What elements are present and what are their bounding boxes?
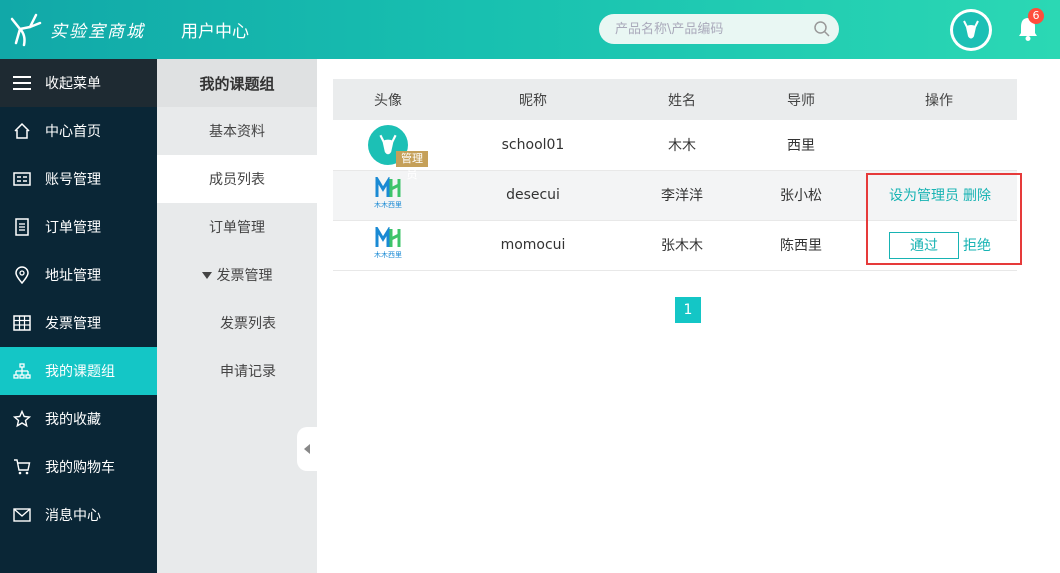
- column-header-name: 姓名: [623, 79, 741, 120]
- brand-logo-icon: [375, 227, 401, 247]
- collapse-menu-label: 收起菜单: [45, 76, 101, 92]
- column-header-tutor: 导师: [741, 79, 861, 120]
- hamburger-icon: [12, 73, 32, 93]
- sidebar-item-label: 消息中心: [45, 508, 101, 524]
- sidebar-item-label: 地址管理: [45, 268, 101, 284]
- pagination-page-1[interactable]: 1: [675, 297, 701, 323]
- sidebar-item-research-group[interactable]: 我的课题组: [0, 347, 157, 395]
- sidebar-item-cart[interactable]: 我的购物车: [0, 443, 157, 491]
- nickname-cell: momocui: [443, 220, 623, 271]
- sidebar-item-label: 我的购物车: [45, 460, 115, 476]
- tutor-cell: 张小松: [741, 170, 861, 221]
- sidebar-item-label: 订单管理: [45, 220, 101, 236]
- submenu-item-label: 发票管理: [216, 268, 273, 284]
- main-content: 头像 昵称 姓名 导师 操作 管理员 school01 木木 西里 木木西里 d…: [317, 59, 1060, 573]
- tutor-cell: 西里: [741, 120, 861, 171]
- collapse-submenu-button[interactable]: [297, 427, 317, 471]
- admin-badge: 管理员: [396, 150, 428, 181]
- submenu-item-member-list[interactable]: 成员列表: [157, 155, 317, 203]
- column-header-avatar: 头像: [333, 79, 443, 120]
- deer-logo-icon: [10, 13, 42, 47]
- sidebar-item-label: 我的收藏: [45, 412, 101, 428]
- logo[interactable]: 实验室商城: [6, 6, 156, 52]
- member-avatar: 管理员: [348, 123, 428, 181]
- nickname-cell: desecui: [443, 170, 623, 221]
- column-header-actions: 操作: [861, 79, 1017, 120]
- document-icon: [12, 217, 32, 237]
- submenu-item-application-records[interactable]: 申请记录: [157, 347, 317, 395]
- column-header-nickname: 昵称: [443, 79, 623, 120]
- page-title: 用户中心: [181, 22, 249, 42]
- collapse-menu-button[interactable]: 收起菜单: [0, 59, 157, 107]
- org-chart-icon: [12, 361, 32, 381]
- sidebar-item-label: 我的课题组: [45, 364, 115, 380]
- tutor-cell: 陈西里: [741, 220, 861, 271]
- star-icon: [12, 409, 32, 429]
- search-icon[interactable]: [813, 20, 831, 38]
- table-row: 管理员 school01 木木 西里: [333, 120, 1017, 181]
- sidebar-item-label: 账号管理: [45, 172, 101, 188]
- search-box: [599, 14, 839, 44]
- caret-left-icon: [304, 444, 310, 454]
- user-avatar[interactable]: [950, 9, 992, 51]
- caret-down-icon: [201, 271, 212, 279]
- location-pin-icon: [12, 265, 32, 285]
- submenu-item-invoice-management[interactable]: 发票管理: [157, 251, 317, 299]
- name-cell: 木木: [623, 120, 741, 171]
- id-card-icon: [12, 169, 32, 189]
- sidebar-item-messages[interactable]: 消息中心: [0, 491, 157, 539]
- search-input[interactable]: [615, 19, 805, 39]
- submenu-item-invoice-list[interactable]: 发票列表: [157, 299, 317, 347]
- sidebar-item-home[interactable]: 中心首页: [0, 107, 157, 155]
- sidebar-item-account[interactable]: 账号管理: [0, 155, 157, 203]
- cart-icon: [12, 457, 32, 477]
- mail-icon: [12, 505, 32, 525]
- sidebar-item-label: 中心首页: [45, 124, 101, 140]
- home-icon: [12, 121, 32, 141]
- nickname-cell: school01: [443, 120, 623, 171]
- brand-logo-text: 木木西里: [374, 201, 402, 209]
- table-header-row: 头像 昵称 姓名 导师 操作: [333, 79, 1017, 120]
- member-avatar: 木木西里: [369, 177, 407, 213]
- sidebar-item-invoice[interactable]: 发票管理: [0, 299, 157, 347]
- submenu: 我的课题组 基本资料 成员列表 订单管理 发票管理 发票列表 申请记录: [157, 59, 317, 573]
- brand-logo-icon: [375, 177, 401, 197]
- sidebar-item-orders[interactable]: 订单管理: [0, 203, 157, 251]
- top-header: 实验室商城 用户中心 6: [0, 0, 1060, 59]
- submenu-item-basic-info[interactable]: 基本资料: [157, 107, 317, 155]
- sidebar-item-label: 发票管理: [45, 316, 101, 332]
- actions-cell: [861, 120, 1017, 171]
- sidebar-item-favorites[interactable]: 我的收藏: [0, 395, 157, 443]
- deer-avatar-icon: [963, 20, 979, 39]
- brand-logo-text: 木木西里: [374, 251, 402, 259]
- submenu-item-orders[interactable]: 订单管理: [157, 203, 317, 251]
- notification-badge: 6: [1028, 8, 1044, 24]
- name-cell: 李洋洋: [623, 170, 741, 221]
- name-cell: 张木木: [623, 220, 741, 271]
- logo-text: 实验室商城: [50, 21, 145, 42]
- member-avatar: 木木西里: [369, 227, 407, 263]
- actions-highlight-box: [866, 173, 1022, 265]
- grid-icon: [12, 313, 32, 333]
- submenu-title: 我的课题组: [157, 59, 317, 107]
- sidebar-item-address[interactable]: 地址管理: [0, 251, 157, 299]
- sidebar: 收起菜单 中心首页 账号管理 订单管理 地址管理 发票管理 我的课题组 我的收藏…: [0, 59, 157, 573]
